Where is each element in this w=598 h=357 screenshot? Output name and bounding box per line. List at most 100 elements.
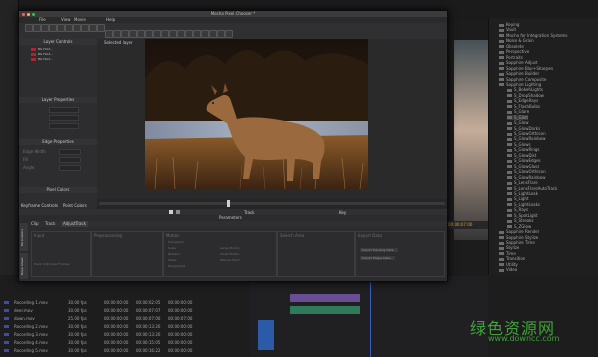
playhead[interactable] — [370, 276, 371, 357]
tool-icon[interactable] — [73, 24, 81, 32]
effects-tree-item[interactable]: Obsolete — [499, 44, 524, 49]
export-shape-data-button[interactable]: Export Shape Data... — [360, 256, 396, 260]
side-tab-parameters[interactable]: Parameters — [20, 223, 28, 251]
pixel-colors-header[interactable]: Pixel Colors — [19, 187, 97, 193]
side-tab-dope-sheet[interactable]: Dope Sheet — [20, 253, 28, 279]
tool-icon[interactable] — [97, 24, 105, 32]
frame-timeline[interactable] — [97, 199, 447, 209]
effects-tree-item[interactable]: S_GlowRings — [507, 147, 540, 152]
tool-icon[interactable] — [137, 30, 145, 38]
motion-translation-checkbox[interactable]: Translation — [168, 240, 184, 244]
export-tracking-data-button[interactable]: Export Tracking Data... — [360, 248, 399, 252]
effects-tree-item[interactable]: Stylize — [499, 245, 519, 250]
tool-icon[interactable] — [105, 30, 113, 38]
close-window-button[interactable] — [22, 12, 25, 16]
tool-icon[interactable] — [89, 24, 97, 32]
effects-tree-item[interactable]: Sapphire Builder — [499, 71, 539, 76]
motion-shear-checkbox[interactable]: Shear — [168, 258, 177, 262]
tool-icon[interactable] — [113, 30, 121, 38]
angle-field[interactable] — [59, 165, 81, 171]
effects-tree-item[interactable]: S_GlowRainbow — [507, 175, 546, 180]
clip-list-row[interactable]: deer.mov 30.00 fps 00:00:00:00 00:00:07:07 0… — [0, 308, 220, 313]
track-targets[interactable] — [258, 320, 274, 350]
timeline-audio-clip[interactable] — [290, 306, 360, 314]
effects-tree-item[interactable]: Utility — [499, 262, 518, 267]
tool-icon[interactable] — [169, 30, 177, 38]
tool-icon[interactable] — [57, 24, 65, 32]
clip-list-row[interactable]: Recording 4.mov 30.00 fps 00:00:00:00 00:00… — [0, 340, 220, 345]
tool-icon[interactable] — [41, 24, 49, 32]
timeline-playhead[interactable] — [227, 200, 230, 207]
layer-properties-header[interactable]: Layer Properties — [19, 97, 97, 103]
tool-icon[interactable] — [177, 30, 185, 38]
effects-tree-item[interactable]: Sapphire Stylize — [499, 235, 538, 240]
tool-icon[interactable] — [129, 30, 137, 38]
effects-tree-item[interactable]: S_Glow — [507, 120, 528, 125]
manual-track-radio[interactable]: Manual Track — [220, 258, 240, 262]
effects-tree-item[interactable]: Sapphire Adjust — [499, 60, 538, 65]
effects-tree-item[interactable]: Sapphire Blur+Sharpen — [499, 66, 553, 71]
timeline-track[interactable] — [99, 202, 445, 205]
tool-icon[interactable] — [121, 30, 129, 38]
tool-icon[interactable] — [49, 24, 57, 32]
effects-tree-item[interactable]: S_BokehLights — [507, 87, 543, 92]
effects-tree-item[interactable]: S_SpotLight — [507, 213, 538, 218]
effects-tree-item[interactable]: S_Glint — [507, 114, 528, 120]
effects-tree-item[interactable]: S_EdgeRays — [507, 98, 538, 103]
edge-properties-header[interactable]: Edge Properties — [19, 139, 97, 145]
tool-icon[interactable] — [81, 24, 89, 32]
clip-list-row[interactable]: dawn.mov 25.00 fps 00:00:00:00 00:00:07:00 0… — [0, 316, 220, 321]
effects-tree-item[interactable]: S_Glare — [507, 109, 529, 114]
tool-icon[interactable] — [225, 30, 233, 38]
effects-tree-item[interactable]: Sapphire Composite — [499, 77, 546, 82]
tool-icon[interactable] — [145, 30, 153, 38]
track-individual-frames-button[interactable]: Track Individual Frames — [34, 262, 69, 266]
tool-icon[interactable] — [185, 30, 193, 38]
edge-width-field[interactable] — [59, 149, 81, 155]
effects-tree-item[interactable]: S_Rays — [507, 207, 528, 212]
tool-icon[interactable] — [217, 30, 225, 38]
tool-icon[interactable] — [193, 30, 201, 38]
motion-scale-checkbox[interactable]: Scale — [168, 246, 176, 250]
effects-tree-item[interactable]: S_GlowEdges — [507, 158, 541, 163]
motion-rotation-checkbox[interactable]: Rotation — [168, 252, 181, 256]
minimize-window-button[interactable] — [27, 12, 30, 16]
effects-tree-item[interactable]: Sapphire Render — [499, 229, 539, 234]
effects-tree-item[interactable]: S_GlowDist — [507, 153, 536, 158]
tool-icon[interactable] — [33, 24, 41, 32]
effects-tree-item[interactable]: Perspective — [499, 49, 529, 54]
tool-icon[interactable] — [201, 30, 209, 38]
tool-icon[interactable] — [161, 30, 169, 38]
layer-row[interactable]: BG Hold... — [31, 57, 81, 61]
effects-tree-item[interactable]: S_GlowOrthicon — [507, 131, 546, 136]
effects-tree-item[interactable]: Time — [499, 251, 516, 256]
effects-tree-item[interactable]: Mocha for Integration Systems — [499, 33, 567, 38]
fill-field[interactable] — [59, 157, 81, 163]
effects-tree-item[interactable]: S_LensFlare — [507, 180, 538, 185]
effects-tree-item[interactable]: Portraits — [499, 55, 523, 60]
clip-list-row[interactable]: Recording 1.mov 30.00 fps 00:00:00:00 00:00… — [0, 300, 220, 305]
tool-icon[interactable] — [153, 30, 161, 38]
keyframe-controls-tab[interactable]: Keyframe Controls — [21, 203, 58, 208]
layer-property-field[interactable] — [49, 123, 79, 129]
tool-icon[interactable] — [65, 24, 73, 32]
zoom-window-button[interactable] — [32, 12, 35, 16]
layer-property-field[interactable] — [49, 107, 79, 113]
effects-tree-item[interactable]: S_FlashBulbs — [507, 104, 540, 109]
play-button[interactable] — [169, 210, 173, 214]
clip-list-row[interactable]: Recording 5.mov 30.00 fps 00:00:00:00 00:00… — [0, 348, 220, 353]
effects-tree-item[interactable]: Sapphire Time — [499, 240, 535, 245]
effects-tree-item[interactable]: S_GlowGlass — [507, 164, 539, 169]
large-motion-radio[interactable]: Large Motion — [220, 246, 240, 250]
effects-tree-item[interactable]: Sapphire Lighting — [499, 82, 541, 87]
effects-tree-item[interactable]: Noise & Grain — [499, 38, 534, 43]
layer-property-field[interactable] — [49, 115, 79, 121]
effects-tree-item[interactable]: S_LightLeaks — [507, 202, 540, 207]
point-colors-tab[interactable]: Point Colors — [63, 203, 87, 208]
small-motion-radio[interactable]: Small Motion — [220, 252, 239, 256]
tool-icon[interactable] — [209, 30, 217, 38]
effects-tree-item[interactable]: S_Glows — [507, 142, 531, 147]
clip-viewer[interactable] — [97, 39, 447, 199]
clip-list-row[interactable]: Recording 2.mov 30.00 fps 00:00:00:00 00:00… — [0, 324, 220, 329]
tool-icon[interactable] — [25, 24, 33, 32]
